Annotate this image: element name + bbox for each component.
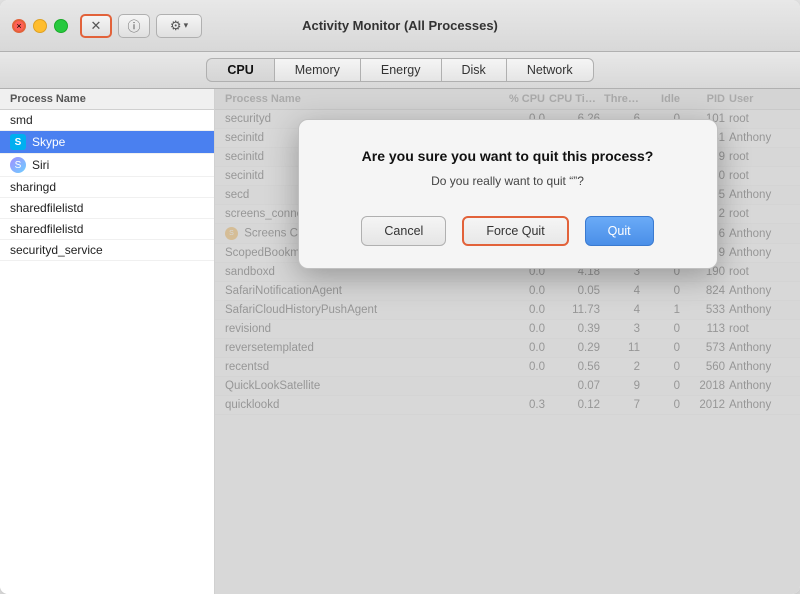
tab-memory[interactable]: Memory (274, 58, 360, 82)
sidebar-item-sharedfilelistd-2[interactable]: sharedfilelistd (0, 219, 214, 240)
gear-icon: ⚙ (170, 18, 182, 34)
stop-icon: ✕ (91, 18, 102, 34)
modal-title: Are you sure you want to quit this proce… (331, 148, 685, 164)
close-icon: × (16, 21, 21, 31)
process-label: sharingd (10, 180, 56, 194)
sidebar-item-securityd-service[interactable]: securityd_service (0, 240, 214, 261)
tab-cpu[interactable]: CPU (206, 58, 273, 82)
sidebar-item-smd[interactable]: smd (0, 110, 214, 131)
tabbar: CPU Memory Energy Disk Network (0, 52, 800, 89)
right-panel: Process Name % CPU CPU Time Threads Idle… (215, 89, 800, 594)
titlebar: × ✕ ⓘ ⚙ ▾ Activity Monitor (All Processe… (0, 0, 800, 52)
tab-network[interactable]: Network (506, 58, 594, 82)
process-label: securityd_service (10, 243, 103, 257)
window-title: Activity Monitor (All Processes) (302, 18, 498, 33)
quit-confirmation-modal: Are you sure you want to quit this proce… (298, 119, 718, 269)
sidebar-header: Process Name (0, 89, 214, 110)
sidebar-item-sharedfilelistd-1[interactable]: sharedfilelistd (0, 198, 214, 219)
tab-energy[interactable]: Energy (360, 58, 441, 82)
process-label: sharedfilelistd (10, 201, 83, 215)
cancel-button[interactable]: Cancel (361, 216, 446, 246)
modal-buttons: Cancel Force Quit Quit (331, 216, 685, 246)
stop-process-button[interactable]: ✕ (80, 14, 112, 38)
info-icon: ⓘ (127, 16, 140, 35)
process-label: Siri (32, 158, 49, 172)
quit-button[interactable]: Quit (585, 216, 654, 246)
process-label: smd (10, 113, 33, 127)
sidebar-item-siri[interactable]: S Siri (0, 154, 214, 177)
inspect-button[interactable]: ⓘ (118, 14, 150, 38)
activity-monitor-window: × ✕ ⓘ ⚙ ▾ Activity Monitor (All Processe… (0, 0, 800, 594)
sidebar-item-sharingd[interactable]: sharingd (0, 177, 214, 198)
dropdown-icon: ▾ (184, 20, 189, 31)
siri-icon: S (10, 157, 26, 173)
settings-button[interactable]: ⚙ ▾ (156, 14, 202, 38)
force-quit-button[interactable]: Force Quit (462, 216, 568, 246)
zoom-button[interactable] (54, 19, 68, 33)
sidebar-item-skype[interactable]: S Skype (0, 131, 214, 154)
modal-overlay: Are you sure you want to quit this proce… (215, 89, 800, 594)
process-label: sharedfilelistd (10, 222, 83, 236)
toolbar-buttons: ✕ ⓘ ⚙ ▾ (80, 14, 202, 38)
traffic-lights: × (12, 19, 68, 33)
close-button[interactable]: × (12, 19, 26, 33)
tab-disk[interactable]: Disk (441, 58, 506, 82)
minimize-button[interactable] (33, 19, 47, 33)
main-content: Process Name smd S Skype S Siri sharingd… (0, 89, 800, 594)
sidebar: Process Name smd S Skype S Siri sharingd… (0, 89, 215, 594)
skype-icon: S (10, 134, 26, 150)
modal-subtitle: Do you really want to quit “”? (331, 174, 685, 188)
process-label: Skype (32, 135, 65, 149)
